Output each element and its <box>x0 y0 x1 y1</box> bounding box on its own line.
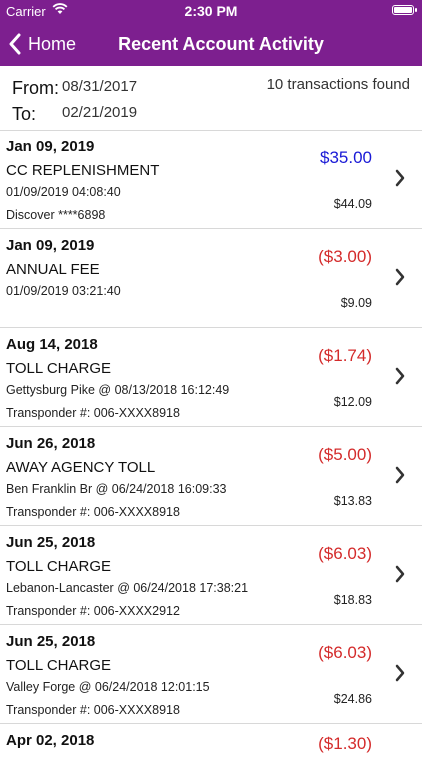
from-label: From: <box>12 78 59 98</box>
status-time: 2:30 PM <box>184 3 238 19</box>
transaction-extra: Transponder #: 006-XXXX8918 <box>6 703 180 717</box>
transaction-extra: Transponder #: 006-XXXX2912 <box>6 604 180 618</box>
page-title: Recent Account Activity <box>0 34 422 55</box>
transaction-row[interactable]: Jan 09, 2019 CC REPLENISHMENT 01/09/2019… <box>0 130 422 229</box>
page-title-text: Recent Account Activity <box>118 34 324 54</box>
transaction-amount: ($6.03) <box>318 544 372 563</box>
transaction-description: AWAY AGENCY TOLL <box>6 459 156 476</box>
transaction-extra: Transponder #: 006-XXXX8918 <box>6 505 180 519</box>
transaction-description: TOLL CHARGE <box>6 657 112 674</box>
transaction-extra: Discover ****6898 <box>6 208 106 222</box>
to-date[interactable]: 02/21/2019 <box>62 104 137 121</box>
to-label: To: <box>12 104 37 124</box>
chevron-right-icon <box>395 466 405 484</box>
transaction-amount: ($1.30) <box>318 734 372 753</box>
navigation-bar: Home Recent Account Activity <box>0 22 422 66</box>
transaction-row[interactable]: Jan 09, 2019 ANNUAL FEE 01/09/2019 03:21… <box>0 229 422 328</box>
transaction-date: Jun 25, 2018 <box>6 534 96 551</box>
transaction-balance: $18.83 <box>333 593 372 607</box>
transaction-balance: $13.83 <box>333 494 372 508</box>
transaction-amount: ($6.03) <box>318 643 372 662</box>
transaction-balance: $24.86 <box>333 692 372 706</box>
chevron-right-icon <box>395 664 405 682</box>
transaction-balance: $44.09 <box>333 197 372 211</box>
battery-cap <box>415 8 417 12</box>
transaction-date: Aug 14, 2018 <box>6 336 98 353</box>
transaction-detail: Valley Forge @ 06/24/2018 12:01:15 <box>6 680 210 694</box>
date-range-header: From: 08/31/2017 To: 02/21/2019 10 trans… <box>0 66 422 131</box>
transaction-amount: ($3.00) <box>318 247 372 266</box>
transaction-description: ANNUAL FEE <box>6 261 100 278</box>
transaction-description: TOLL CHARGE <box>6 558 112 575</box>
transaction-row[interactable]: Jun 25, 2018 TOLL CHARGE Lebanon-Lancast… <box>0 526 422 625</box>
chevron-right-icon <box>395 367 405 385</box>
battery-icon <box>392 5 414 15</box>
transaction-detail: Gettysburg Pike @ 08/13/2018 16:12:49 <box>6 383 230 397</box>
chevron-right-icon <box>395 169 405 187</box>
status-bar: Carrier 2:30 PM <box>0 0 422 22</box>
transaction-date: Jun 25, 2018 <box>6 633 96 650</box>
transaction-list: Jan 09, 2019 CC REPLENISHMENT 01/09/2019… <box>0 130 422 764</box>
transaction-detail: 01/09/2019 03:21:40 <box>6 284 121 298</box>
transaction-amount: ($1.74) <box>318 346 372 365</box>
transaction-description: CC REPLENISHMENT <box>6 162 160 179</box>
chevron-right-icon <box>395 268 405 286</box>
transaction-detail: Ben Franklin Br @ 06/24/2018 16:09:33 <box>6 482 227 496</box>
transaction-detail: Lebanon-Lancaster @ 06/24/2018 17:38:21 <box>6 581 249 595</box>
transaction-balance: $12.09 <box>333 395 372 409</box>
transaction-amount: $35.00 <box>320 148 372 167</box>
transaction-date: Jan 09, 2019 <box>6 138 95 155</box>
chevron-right-icon <box>395 565 405 583</box>
from-date[interactable]: 08/31/2017 <box>62 78 137 95</box>
transaction-detail: 01/09/2019 04:08:40 <box>6 185 121 199</box>
transaction-extra: Transponder #: 006-XXXX8918 <box>6 406 180 420</box>
transaction-amount: ($5.00) <box>318 445 372 464</box>
transaction-date: Jan 09, 2019 <box>6 237 95 254</box>
transaction-balance: $9.09 <box>340 296 372 310</box>
transaction-row[interactable]: Aug 14, 2018 TOLL CHARGE Gettysburg Pike… <box>0 328 422 427</box>
transactions-count: 10 transactions found <box>266 76 410 93</box>
transaction-row[interactable]: Jun 25, 2018 TOLL CHARGE Valley Forge @ … <box>0 625 422 724</box>
transaction-row[interactable]: Jun 26, 2018 AWAY AGENCY TOLL Ben Frankl… <box>0 427 422 526</box>
transaction-date: Jun 26, 2018 <box>6 435 96 452</box>
transaction-description: TOLL CHARGE <box>6 360 112 377</box>
transaction-date: Apr 02, 2018 <box>6 732 95 749</box>
transaction-row[interactable]: Apr 02, 2018 ($1.30) <box>0 724 422 764</box>
